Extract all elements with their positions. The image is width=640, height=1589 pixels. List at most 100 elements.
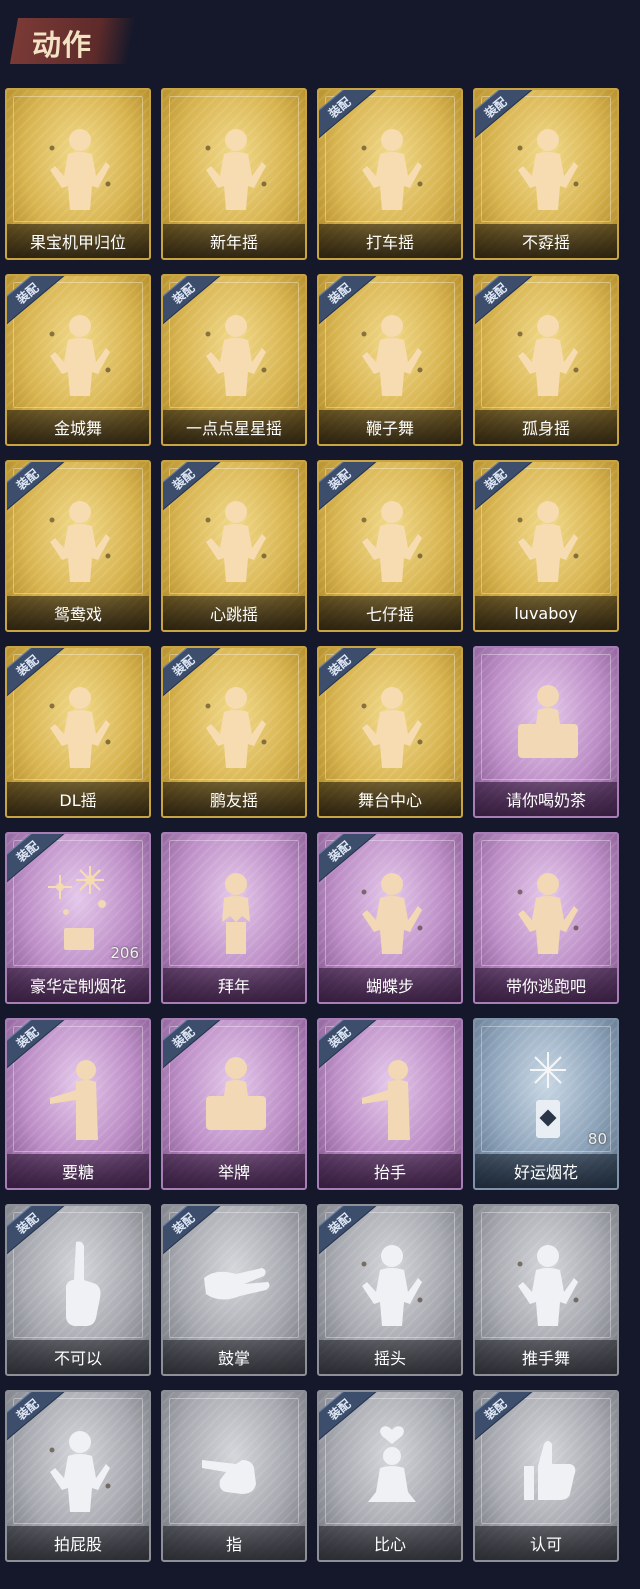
card-label-bar: 鹏友摇 <box>163 782 305 816</box>
emote-card[interactable]: 装配 一点点星星摇 <box>161 274 307 446</box>
dance-pose-icon <box>508 118 588 218</box>
emote-card[interactable]: 装配 认可 <box>473 1390 619 1562</box>
emote-card[interactable]: 装配 鹏友摇 <box>161 646 307 818</box>
dance-pose-icon <box>352 490 432 590</box>
equipped-badge-label: 装配 <box>325 838 354 865</box>
emote-card[interactable]: 装配摇头 <box>317 1204 463 1376</box>
bow-greeting-icon <box>196 862 276 962</box>
card-label-bar: 果宝机甲归位 <box>7 224 149 258</box>
emote-card[interactable]: 装配 鼓掌 <box>161 1204 307 1376</box>
item-count: 80 <box>587 1130 607 1148</box>
emote-card[interactable]: 装配 比心 <box>317 1390 463 1562</box>
card-label-bar: 拍屁股 <box>7 1526 149 1560</box>
emote-name: 好运烟花 <box>513 1163 578 1182</box>
equipped-badge-label: 装配 <box>325 652 354 679</box>
emote-card[interactable]: 装配蝴蝶步 <box>317 832 463 1004</box>
emote-card[interactable]: 装配 luvaboy <box>473 460 619 632</box>
card-label-bar: 鸳鸯戏 <box>7 596 149 630</box>
dance-pose-icon <box>196 118 276 218</box>
dance-pose-icon <box>196 304 276 404</box>
emote-name: 举牌 <box>217 1163 250 1182</box>
equipped-badge-label: 装配 <box>325 1210 354 1237</box>
emote-card[interactable]: 装配 206 豪华定制烟花 <box>5 832 151 1004</box>
emote-name: 果宝机甲归位 <box>29 233 126 252</box>
emote-card[interactable]: 装配 DL摇 <box>5 646 151 818</box>
equipped-badge-label: 装配 <box>481 94 510 121</box>
emote-card[interactable]: 装配 鸳鸯戏 <box>5 460 151 632</box>
card-label-bar: 舞台中心 <box>319 782 461 816</box>
emote-card[interactable]: 装配不孬摇 <box>473 88 619 260</box>
card-label-bar: 金城舞 <box>7 410 149 444</box>
equipped-badge-label: 装配 <box>325 280 354 307</box>
emote-card[interactable]: 请你喝奶茶 <box>473 646 619 818</box>
emote-card[interactable]: 装配不可以 <box>5 1204 151 1376</box>
equipped-badge-label: 装配 <box>481 466 510 493</box>
card-label-bar: 打车摇 <box>319 224 461 258</box>
dance-pose-icon <box>508 304 588 404</box>
emote-card[interactable]: 果宝机甲归位 <box>5 88 151 260</box>
dance-pose-icon <box>40 118 120 218</box>
emote-name: 请你喝奶茶 <box>505 791 586 810</box>
emote-name: 摇头 <box>373 1349 406 1368</box>
card-label-bar: 新年摇 <box>163 224 305 258</box>
equipped-badge-label: 装配 <box>169 466 198 493</box>
finger-wag-icon <box>40 1234 120 1334</box>
pointing-hand-icon <box>196 1420 276 1520</box>
card-label-bar: 七仔摇 <box>319 596 461 630</box>
equipped-badge-label: 装配 <box>169 280 198 307</box>
dance-pose-icon <box>40 1420 120 1520</box>
equipped-badge-label: 装配 <box>325 94 354 121</box>
emote-card[interactable]: 装配鞭子舞 <box>317 274 463 446</box>
equipped-badge-label: 装配 <box>481 280 510 307</box>
emote-card[interactable]: 带你逃跑吧 <box>473 832 619 1004</box>
card-label-bar: 请你喝奶茶 <box>475 782 617 816</box>
emote-name: 舞台中心 <box>357 791 422 810</box>
dance-pose-icon <box>352 118 432 218</box>
equipped-badge-label: 装配 <box>13 1396 42 1423</box>
card-label-bar: 鼓掌 <box>163 1340 305 1374</box>
equipped-badge-label: 装配 <box>13 1210 42 1237</box>
card-label-bar: 拜年 <box>163 968 305 1002</box>
emote-card[interactable]: 指 <box>161 1390 307 1562</box>
equipped-badge-label: 装配 <box>169 1024 198 1051</box>
dance-pose-icon <box>196 676 276 776</box>
emote-name: 不可以 <box>53 1349 102 1368</box>
emote-name: 打车摇 <box>365 233 414 252</box>
card-label-bar: 蝴蝶步 <box>319 968 461 1002</box>
emote-card[interactable]: 装配打车摇 <box>317 88 463 260</box>
emote-card[interactable]: 装配心跳摇 <box>161 460 307 632</box>
emote-name: 拍屁股 <box>53 1535 102 1554</box>
emote-card[interactable]: 装配举牌 <box>161 1018 307 1190</box>
emote-card[interactable]: 装配 要糖 <box>5 1018 151 1190</box>
finger-heart-icon <box>352 1420 432 1520</box>
emote-name: 鹏友摇 <box>209 791 258 810</box>
emote-card[interactable]: 装配拍屁股 <box>5 1390 151 1562</box>
emote-card[interactable]: 新年摇 <box>161 88 307 260</box>
card-label-bar: 比心 <box>319 1526 461 1560</box>
emote-card[interactable]: 拜年 <box>161 832 307 1004</box>
emote-name: 鼓掌 <box>217 1349 250 1368</box>
emote-card[interactable]: 推手舞 <box>473 1204 619 1376</box>
equipped-badge-label: 装配 <box>325 1024 354 1051</box>
emote-name: 七仔摇 <box>365 605 414 624</box>
card-label-bar: 鞭子舞 <box>319 410 461 444</box>
emote-card[interactable]: 80 好运烟花 <box>473 1018 619 1190</box>
emote-card[interactable]: 装配舞台中心 <box>317 646 463 818</box>
emote-name: 心跳摇 <box>209 605 258 624</box>
card-label-bar: 不孬摇 <box>475 224 617 258</box>
equipped-badge-label: 装配 <box>13 838 42 865</box>
emote-card[interactable]: 装配 抬手 <box>317 1018 463 1190</box>
holding-sign-icon <box>508 676 588 776</box>
card-label-bar: 指 <box>163 1526 305 1560</box>
card-label-bar: 不可以 <box>7 1340 149 1374</box>
card-label-bar: 好运烟花 <box>475 1154 617 1188</box>
emote-name: 带你逃跑吧 <box>505 977 586 996</box>
emote-name: 金城舞 <box>53 419 102 438</box>
section-header: 动作 <box>0 0 640 80</box>
thumbs-up-icon <box>508 1420 588 1520</box>
emote-card[interactable]: 装配 金城舞 <box>5 274 151 446</box>
section-title: 动作 <box>32 28 93 62</box>
emote-card[interactable]: 装配 孤身摇 <box>473 274 619 446</box>
emote-card[interactable]: 装配 七仔摇 <box>317 460 463 632</box>
reach-hand-icon <box>352 1048 432 1148</box>
